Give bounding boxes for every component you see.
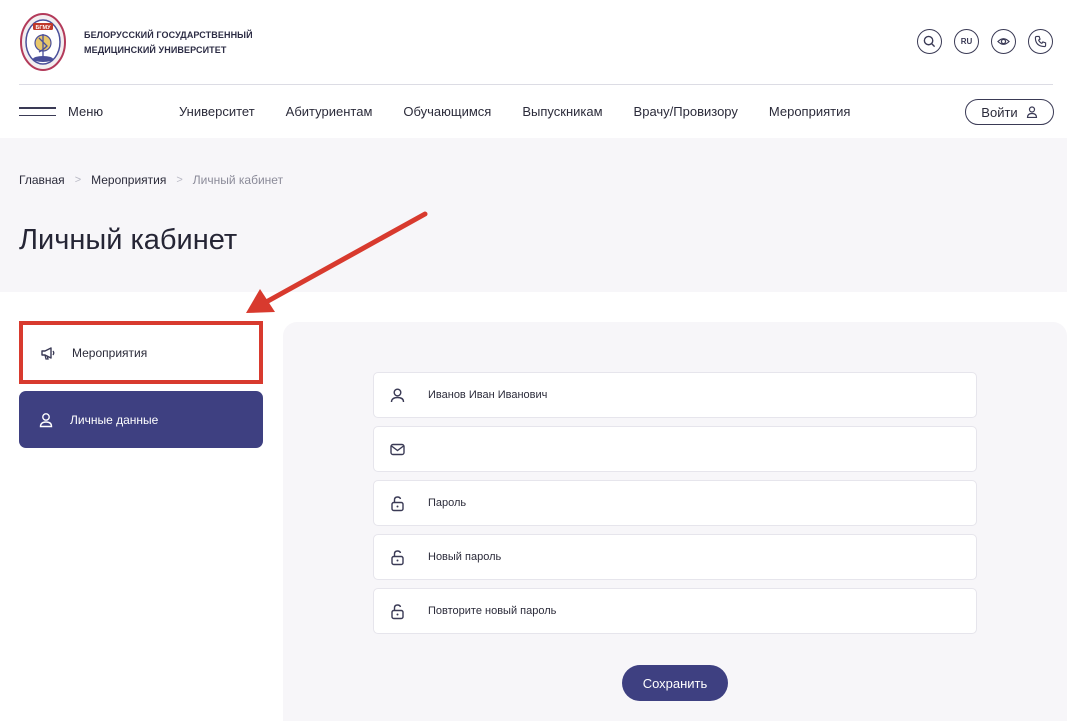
brand-line-2: МЕДИЦИНСКИЙ УНИВЕРСИТЕТ [84, 45, 227, 55]
burger-icon [19, 107, 56, 116]
brand-line-1: БЕЛОРУССКИЙ ГОСУДАРСТВЕННЫЙ [84, 30, 253, 40]
user-icon [38, 412, 54, 428]
name-input[interactable] [428, 389, 948, 401]
new-password-field[interactable] [373, 534, 977, 580]
email-input[interactable] [428, 443, 948, 455]
nav-item-applicants[interactable]: Абитуриентам [286, 104, 373, 119]
breadcrumb-current: Личный кабинет [192, 173, 284, 187]
sidebar-item-events[interactable]: Мероприятия [19, 321, 263, 384]
login-label: Войти [981, 104, 1018, 120]
user-icon [1026, 106, 1037, 118]
phone-icon[interactable] [1028, 29, 1053, 54]
header-tools: RU [917, 29, 1053, 54]
user-icon [389, 387, 406, 404]
menu-button[interactable]: Меню [19, 104, 103, 119]
email-field[interactable] [373, 426, 977, 472]
new-password-input[interactable] [428, 551, 948, 563]
repeat-password-input[interactable] [428, 605, 948, 617]
university-logo[interactable]: БГМУ [19, 12, 67, 72]
mail-icon [389, 441, 406, 458]
save-button[interactable]: Сохранить [622, 665, 728, 701]
menu-label: Меню [68, 104, 104, 119]
personal-data-panel: Сохранить [283, 322, 1067, 721]
login-button[interactable]: Войти [965, 99, 1054, 125]
site-header: БГМУ БЕЛОРУССКИЙ ГОСУДАРСТВЕННЫЙ МЕДИЦИН… [0, 0, 1067, 85]
breadcrumb: Главная > Мероприятия > Личный кабинет [19, 173, 283, 187]
megaphone-icon [40, 345, 56, 361]
nav-item-university[interactable]: Университет [179, 104, 255, 119]
main-nav: Меню Университет Абитуриентам Обучающимс… [0, 85, 1067, 138]
sidebar-item-label: Личные данные [70, 412, 159, 427]
breadcrumb-separator: > [74, 174, 82, 186]
page-hero: Главная > Мероприятия > Личный кабинет Л… [0, 138, 1067, 292]
breadcrumb-separator: > [176, 174, 183, 186]
name-field[interactable] [373, 372, 977, 418]
nav-item-events[interactable]: Мероприятия [769, 104, 851, 119]
password-input[interactable] [428, 497, 948, 509]
university-name: БЕЛОРУССКИЙ ГОСУДАРСТВЕННЫЙ МЕДИЦИНСКИЙ … [84, 28, 253, 58]
page-title: Личный кабинет [19, 224, 238, 256]
nav-links: Университет Абитуриентам Обучающимся Вып… [179, 104, 881, 119]
nav-item-graduates[interactable]: Выпускникам [522, 104, 602, 119]
sidebar-item-personal-data[interactable]: Личные данные [19, 391, 263, 448]
search-icon[interactable] [917, 29, 942, 54]
unlock-icon [389, 603, 406, 620]
sidebar-item-label: Мероприятия [72, 345, 148, 360]
password-field[interactable] [373, 480, 977, 526]
eye-icon[interactable] [991, 29, 1016, 54]
repeat-password-field[interactable] [373, 588, 977, 634]
unlock-icon [389, 495, 406, 512]
breadcrumb-events[interactable]: Мероприятия [91, 173, 166, 187]
nav-item-doctors[interactable]: Врачу/Провизору [634, 104, 738, 119]
nav-item-students[interactable]: Обучающимся [403, 104, 491, 119]
unlock-icon [389, 549, 406, 566]
language-icon[interactable]: RU [954, 29, 979, 54]
breadcrumb-home[interactable]: Главная [19, 173, 65, 187]
logo-text: БГМУ [35, 25, 51, 31]
